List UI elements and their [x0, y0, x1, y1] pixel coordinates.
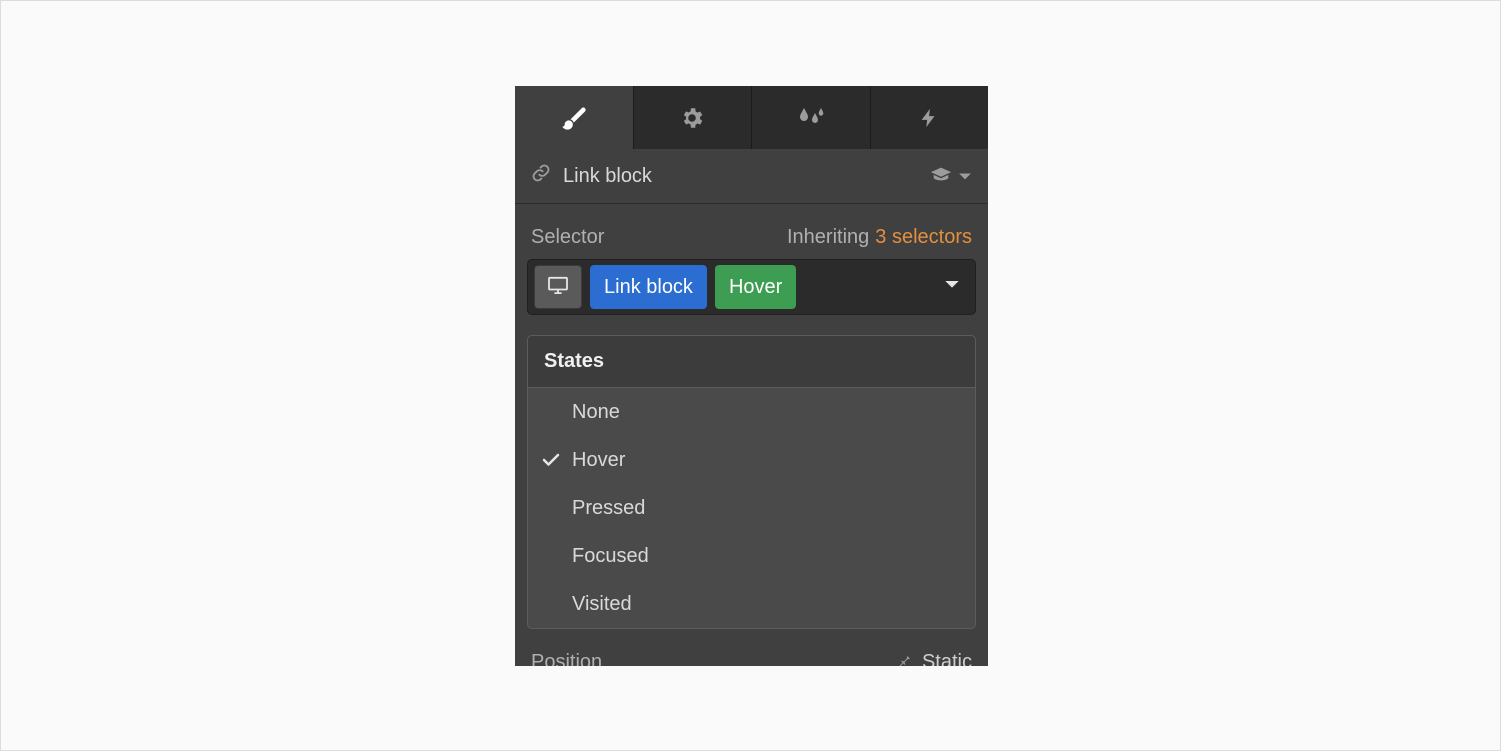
breakpoint-button[interactable] — [534, 265, 582, 309]
pin-icon — [896, 651, 912, 667]
element-name: Link block — [563, 165, 652, 188]
selector-chip-state[interactable]: Hover — [715, 265, 796, 309]
state-option-hover[interactable]: Hover — [528, 436, 975, 484]
gear-icon — [679, 105, 705, 131]
element-header: Link block — [515, 149, 988, 204]
selector-label: Selector — [531, 226, 604, 249]
state-option-label: Focused — [572, 545, 649, 568]
tab-settings[interactable] — [634, 86, 753, 149]
states-header: States — [528, 336, 975, 388]
state-dropdown-button[interactable] — [935, 270, 969, 304]
position-label: Position — [531, 651, 602, 667]
droplets-icon — [796, 105, 826, 131]
tab-style[interactable] — [515, 86, 634, 149]
chevron-down-icon[interactable] — [958, 165, 972, 188]
state-option-label: Visited — [572, 593, 632, 616]
lightning-icon — [918, 105, 940, 131]
state-option-label: None — [572, 401, 620, 424]
caret-down-icon — [944, 278, 960, 296]
tab-effects[interactable] — [752, 86, 871, 149]
selector-chip-class[interactable]: Link block — [590, 265, 707, 309]
state-option-visited[interactable]: Visited — [528, 580, 975, 628]
panel-tabs — [515, 86, 988, 149]
inheriting-count[interactable]: 3 selectors — [875, 226, 972, 249]
state-option-focused[interactable]: Focused — [528, 532, 975, 580]
state-option-none[interactable]: None — [528, 388, 975, 436]
state-option-label: Pressed — [572, 497, 645, 520]
education-icon[interactable] — [930, 165, 952, 188]
selector-row: Selector Inheriting 3 selectors — [515, 204, 988, 259]
desktop-icon — [547, 276, 569, 299]
selector-chip-state-label: Hover — [729, 276, 782, 299]
position-row: Position Static — [515, 642, 988, 666]
state-option-label: Hover — [572, 449, 625, 472]
position-value[interactable]: Static — [922, 651, 972, 667]
brush-icon — [560, 104, 588, 132]
inheriting-label: Inheriting — [787, 226, 869, 249]
selector-chip-class-label: Link block — [604, 276, 693, 299]
link-icon — [531, 163, 551, 189]
state-option-pressed[interactable]: Pressed — [528, 484, 975, 532]
style-panel: Link block Selector Inheriting 3 selecto… — [515, 86, 988, 666]
states-dropdown: States None Hover Pressed Focused Visited — [527, 335, 976, 629]
selector-field[interactable]: Link block Hover — [527, 259, 976, 315]
check-icon — [542, 453, 572, 467]
tab-interactions[interactable] — [871, 86, 989, 149]
